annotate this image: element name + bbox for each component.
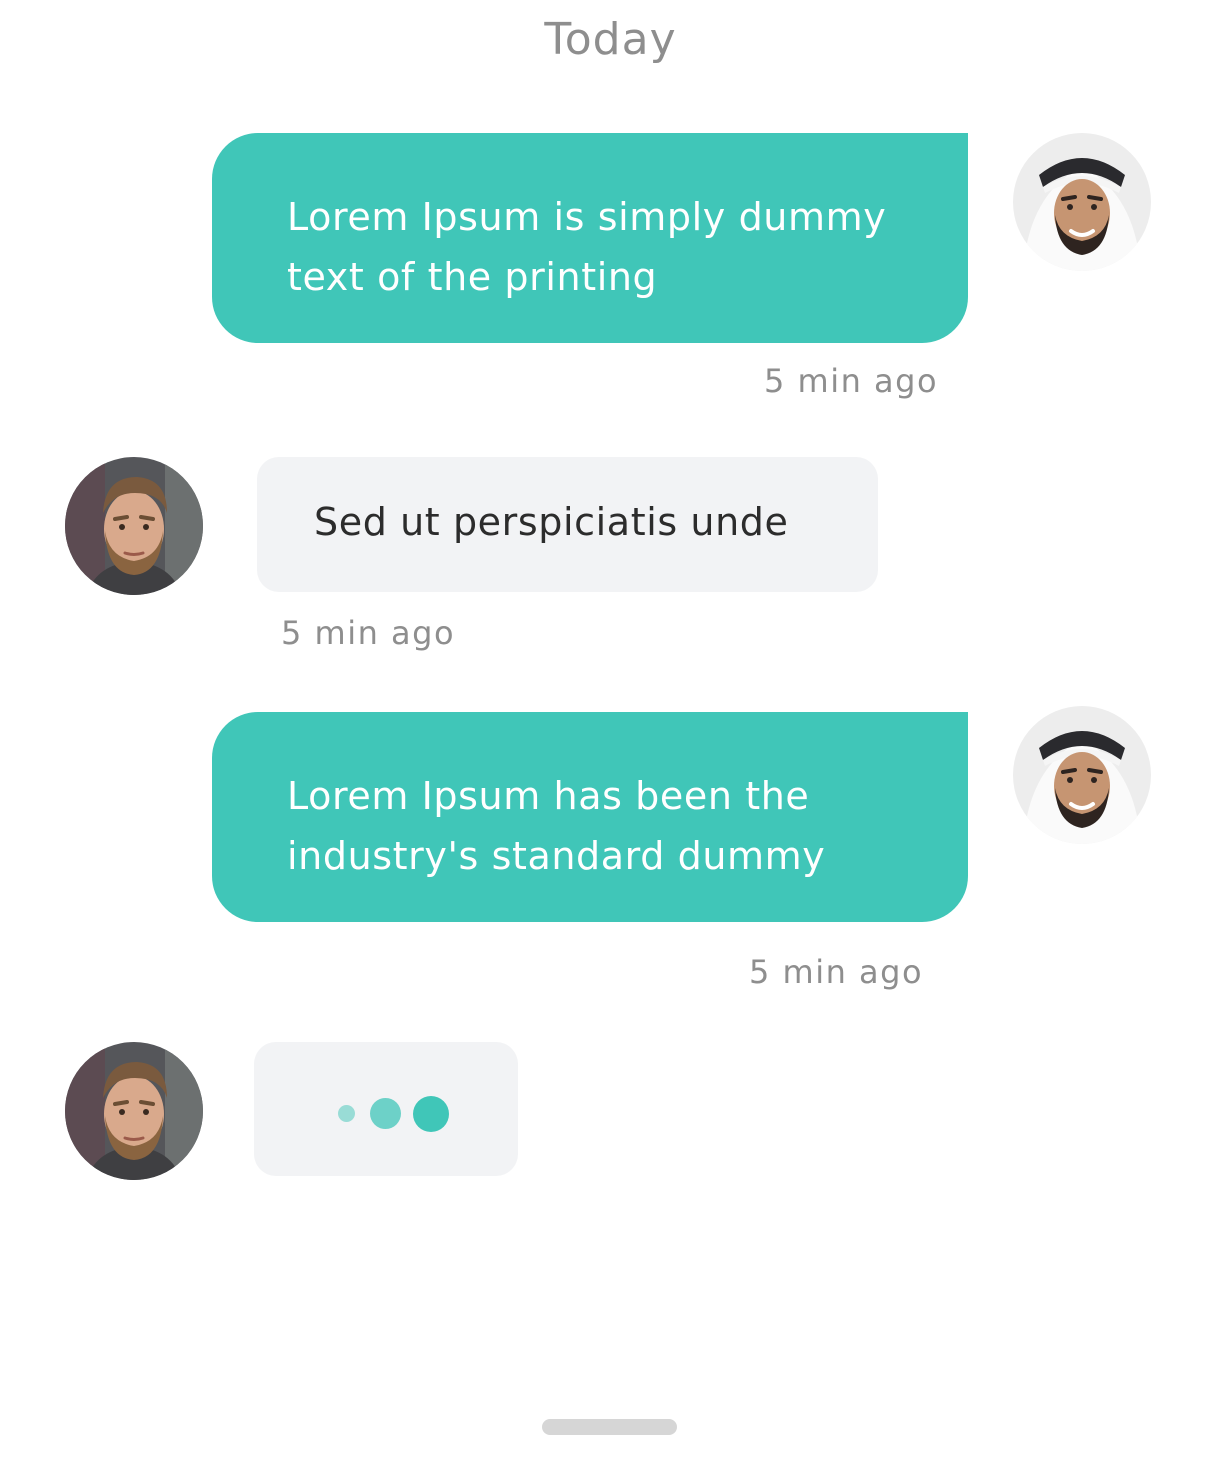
contact-avatar-image bbox=[65, 1042, 203, 1180]
message-text-line: Lorem Ipsum has been the bbox=[287, 774, 810, 818]
home-indicator[interactable] bbox=[542, 1419, 677, 1435]
typing-dot bbox=[413, 1096, 449, 1132]
sender-avatar[interactable] bbox=[1013, 706, 1151, 844]
outgoing-message-bubble[interactable]: Lorem Ipsum has been the industry's stan… bbox=[212, 712, 968, 922]
message-text-line: text of the printing bbox=[287, 255, 658, 299]
typing-indicator-bubble bbox=[254, 1042, 518, 1176]
day-separator: Today bbox=[544, 14, 677, 65]
incoming-message-bubble[interactable]: Sed ut perspiciatis unde bbox=[257, 457, 878, 592]
sender-avatar-image bbox=[1013, 133, 1151, 271]
typing-dot bbox=[370, 1098, 401, 1129]
outgoing-message-bubble[interactable]: Lorem Ipsum is simply dummy text of the … bbox=[212, 133, 968, 343]
contact-avatar[interactable] bbox=[65, 1042, 203, 1180]
contact-avatar-image bbox=[65, 457, 203, 595]
sender-avatar-image bbox=[1013, 706, 1151, 844]
contact-avatar[interactable] bbox=[65, 457, 203, 595]
message-text-line: Sed ut perspiciatis unde bbox=[314, 500, 789, 544]
sender-avatar[interactable] bbox=[1013, 133, 1151, 271]
typing-dot bbox=[338, 1105, 355, 1122]
message-text-line: Lorem Ipsum is simply dummy bbox=[287, 195, 887, 239]
message-timestamp: 5 min ago bbox=[281, 614, 456, 652]
message-timestamp: 5 min ago bbox=[764, 362, 939, 400]
message-text-line: industry's standard dummy bbox=[287, 834, 826, 878]
message-timestamp: 5 min ago bbox=[749, 953, 924, 991]
